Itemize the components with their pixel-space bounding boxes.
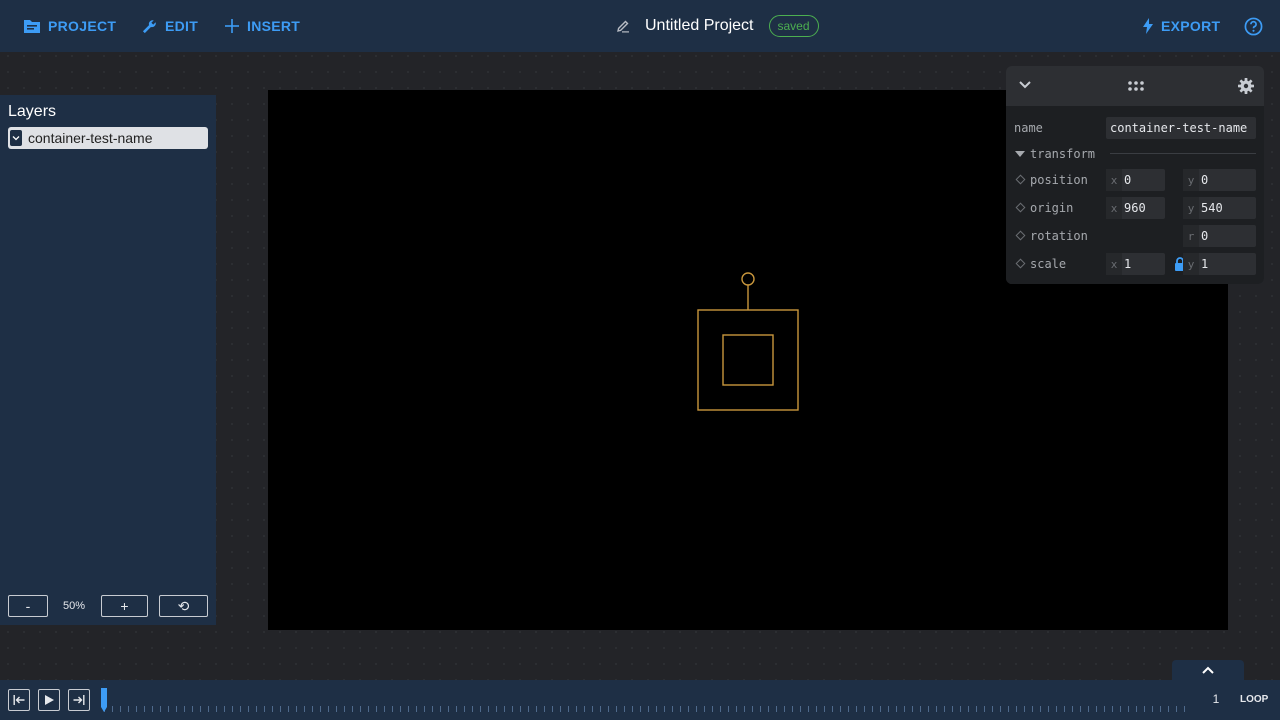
axis-x-label: x (1106, 253, 1122, 275)
skip-end-icon (73, 695, 85, 705)
edit-menu-label: EDIT (165, 18, 199, 34)
rotation-field[interactable]: r 0 (1183, 225, 1256, 247)
project-menu-label: PROJECT (48, 18, 117, 34)
zoom-reset-button[interactable]: ⟲ (159, 595, 208, 617)
origin-label: origin (1030, 201, 1074, 215)
axis-y-label: y (1183, 253, 1199, 275)
transform-section-label[interactable]: transform (1030, 147, 1095, 161)
export-button[interactable]: EXPORT (1143, 0, 1220, 52)
axis-r-label: r (1183, 225, 1199, 247)
zoom-in-button[interactable]: + (101, 595, 148, 617)
axis-x-label: x (1106, 197, 1122, 219)
origin-y-field[interactable]: y 540 (1183, 197, 1256, 219)
axis-y-label: y (1183, 197, 1199, 219)
inspector-header (1006, 66, 1264, 106)
project-title[interactable]: Untitled Project (645, 17, 754, 35)
rotation-value: 0 (1201, 229, 1209, 243)
origin-x-field[interactable]: x 960 (1106, 197, 1165, 219)
skip-start-icon (13, 695, 25, 705)
wrench-icon (142, 19, 156, 33)
jump-to-start-button[interactable] (8, 689, 30, 711)
playhead-marker[interactable] (101, 688, 107, 712)
name-value: container-test-name (1110, 121, 1248, 135)
scale-y-field[interactable]: y 1 (1183, 253, 1256, 275)
keyframe-diamond-icon[interactable] (1015, 174, 1026, 185)
zoom-level: 50% (62, 600, 86, 612)
axis-y-label: y (1183, 169, 1199, 191)
position-y-value: 0 (1201, 173, 1209, 187)
edit-menu-button[interactable]: EDIT (142, 0, 198, 52)
timeline-ruler[interactable] (104, 706, 1190, 712)
expand-toggle[interactable] (10, 130, 22, 146)
play-button[interactable] (38, 689, 60, 711)
folder-icon (24, 20, 40, 33)
scale-y-value: 1 (1201, 257, 1209, 271)
timeline-toggle-button[interactable] (1172, 660, 1244, 680)
position-y-field[interactable]: y 0 (1183, 169, 1256, 191)
keyframe-diamond-icon[interactable] (1015, 258, 1026, 269)
position-label: position (1030, 173, 1088, 187)
plus-icon (225, 19, 239, 33)
lightning-icon (1143, 18, 1153, 34)
project-menu-button[interactable]: PROJECT (24, 0, 116, 52)
layer-name: container-test-name (28, 130, 153, 146)
top-bar: PROJECT EDIT INSERT Untitled Project sav… (0, 0, 1280, 52)
rotation-label: rotation (1030, 229, 1088, 243)
inspector-panel: name container-test-name transform posit… (1006, 66, 1264, 284)
position-x-field[interactable]: x 0 (1106, 169, 1165, 191)
loop-toggle[interactable]: LOOP (1240, 694, 1268, 705)
origin-y-value: 540 (1201, 201, 1223, 215)
origin-x-value: 960 (1124, 201, 1146, 215)
pencil-icon[interactable] (616, 19, 630, 33)
layers-panel: Layers container-test-name - 50% + ⟲ (0, 95, 216, 625)
keyframe-diamond-icon[interactable] (1015, 230, 1026, 241)
caret-down-icon[interactable] (1015, 151, 1025, 158)
gear-icon[interactable] (1238, 78, 1254, 94)
chevron-down-icon[interactable] (1018, 80, 1032, 90)
insert-menu-button[interactable]: INSERT (225, 0, 300, 52)
inspector-body: name container-test-name transform posit… (1006, 106, 1264, 284)
export-label: EXPORT (1161, 18, 1221, 34)
scale-x-field[interactable]: x 1 (1106, 253, 1165, 275)
help-icon[interactable] (1244, 17, 1263, 36)
jump-to-end-button[interactable] (68, 689, 90, 711)
chevron-up-icon (1202, 666, 1214, 674)
insert-menu-label: INSERT (247, 18, 301, 34)
scale-label: scale (1030, 257, 1067, 271)
current-frame: 1 (1212, 692, 1220, 706)
name-field[interactable]: container-test-name (1106, 117, 1256, 139)
play-icon (44, 695, 54, 705)
axis-x-label: x (1106, 169, 1122, 191)
zoom-out-button[interactable]: - (8, 595, 48, 617)
section-divider (1110, 153, 1256, 154)
status-badge: saved (768, 15, 819, 37)
project-title-area: Untitled Project saved (616, 0, 819, 52)
chevron-down-icon (12, 136, 20, 141)
layer-item[interactable]: container-test-name (8, 127, 208, 149)
drag-handle-icon[interactable] (1128, 80, 1144, 92)
timeline-bar: 1 LOOP (0, 680, 1280, 720)
keyframe-diamond-icon[interactable] (1015, 202, 1026, 213)
name-label: name (1014, 121, 1043, 135)
layers-title: Layers (8, 103, 57, 120)
scale-x-value: 1 (1124, 257, 1132, 271)
position-x-value: 0 (1124, 173, 1132, 187)
